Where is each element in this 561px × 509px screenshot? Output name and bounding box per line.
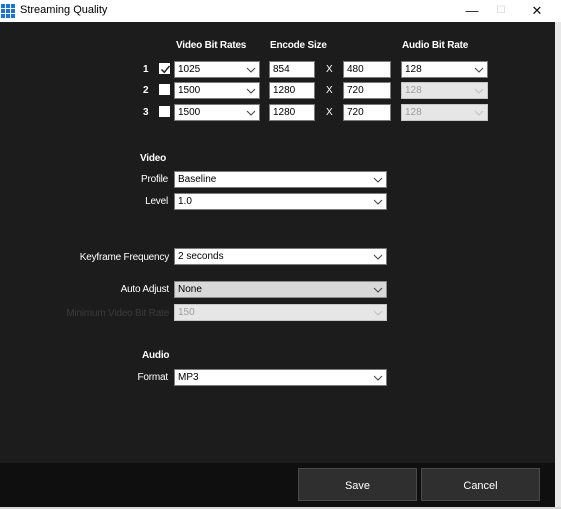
- row-3-video-bit-rate-select[interactable]: 1500: [174, 104, 260, 121]
- video-section-heading: Video: [140, 153, 167, 164]
- format-select[interactable]: MP3: [174, 369, 387, 386]
- row-1-x-separator: X: [326, 64, 333, 75]
- row-2-audio-bit-rate-select: 128: [401, 82, 488, 99]
- level-value: 1.0: [178, 196, 192, 207]
- minimum-video-bit-rate-label: Minimum Video Bit Rate: [66, 308, 169, 319]
- row-1-width-input[interactable]: 854: [269, 61, 315, 78]
- row-2-video-bit-rate-select[interactable]: 1500: [174, 82, 260, 99]
- row-1-height-input[interactable]: 480: [343, 61, 391, 78]
- chevron-down-icon: [246, 65, 256, 75]
- keyframe-frequency-value: 2 seconds: [178, 251, 224, 262]
- row-2-width-input[interactable]: 1280: [269, 82, 315, 99]
- auto-adjust-value: None: [178, 284, 202, 295]
- title-bar: Streaming Quality — ☐ ✕: [0, 0, 561, 22]
- row-1-audio-bit-rate-select[interactable]: 128: [401, 61, 488, 78]
- app-grid-icon: [1, 4, 15, 18]
- row-2-width-value: 1280: [273, 85, 296, 96]
- level-select[interactable]: 1.0: [174, 193, 387, 210]
- format-value: MP3: [178, 372, 199, 383]
- save-button-label: Save: [344, 480, 371, 492]
- window-title: Streaming Quality: [20, 4, 108, 16]
- row-1-video-bit-rate-select[interactable]: 1025: [174, 61, 260, 78]
- dialog-footer: Save Cancel: [0, 463, 555, 507]
- chevron-down-icon: [373, 175, 383, 185]
- video-bit-rates-header: Video Bit Rates: [176, 40, 247, 51]
- row-2-height-input[interactable]: 720: [343, 82, 391, 99]
- chevron-down-icon: [474, 86, 484, 96]
- row-3-audio-bit-rate-value: 128: [405, 107, 422, 118]
- chevron-down-icon: [373, 252, 383, 262]
- chevron-down-icon: [373, 285, 383, 295]
- auto-adjust-label: Auto Adjust: [120, 284, 170, 295]
- level-label: Level: [145, 196, 168, 207]
- row-1-height-value: 480: [347, 64, 364, 75]
- streaming-quality-window: Streaming Quality — ☐ ✕ Video Bit Rates …: [0, 0, 561, 509]
- keyframe-frequency-select[interactable]: 2 seconds: [174, 248, 387, 265]
- row-2-x-separator: X: [326, 85, 333, 96]
- format-label: Format: [137, 372, 169, 383]
- keyframe-frequency-label: Keyframe Frequency: [79, 252, 169, 263]
- row-2-video-bit-rate-value: 1500: [178, 85, 201, 96]
- cancel-button-label: Cancel: [463, 480, 498, 492]
- row-3-height-input[interactable]: 720: [343, 104, 391, 121]
- row-3-index: 3: [143, 107, 149, 118]
- chevron-down-icon: [373, 308, 383, 318]
- chevron-down-icon: [246, 108, 256, 118]
- minimum-video-bit-rate-select: 150: [174, 304, 387, 321]
- row-3-height-value: 720: [347, 107, 364, 118]
- profile-value: Baseline: [178, 174, 217, 185]
- auto-adjust-select[interactable]: None: [174, 281, 387, 298]
- audio-bit-rate-header: Audio Bit Rate: [402, 40, 469, 51]
- chevron-down-icon: [474, 108, 484, 118]
- chevron-down-icon: [474, 65, 484, 75]
- row-2-index: 2: [143, 85, 149, 96]
- row-1-video-bit-rate-value: 1025: [178, 64, 201, 75]
- audio-section-heading: Audio: [142, 350, 170, 361]
- cancel-button[interactable]: Cancel: [421, 468, 540, 501]
- minimum-video-bit-rate-value: 150: [178, 307, 195, 318]
- chevron-down-icon: [373, 373, 383, 383]
- chevron-down-icon: [373, 197, 383, 207]
- profile-label: Profile: [141, 174, 168, 185]
- row-2-checkbox[interactable]: [159, 84, 170, 95]
- row-1-audio-bit-rate-value: 128: [405, 64, 422, 75]
- row-3-checkbox[interactable]: [159, 106, 170, 117]
- maximize-button[interactable]: ☐: [484, 0, 518, 22]
- row-2-height-value: 720: [347, 85, 364, 96]
- row-3-width-input[interactable]: 1280: [269, 104, 315, 121]
- chevron-down-icon: [246, 86, 256, 96]
- row-3-audio-bit-rate-select: 128: [401, 104, 488, 121]
- row-1-checkbox[interactable]: [159, 63, 171, 74]
- dialog-body: Video Bit Rates Encode Size Audio Bit Ra…: [0, 22, 555, 463]
- profile-select[interactable]: Baseline: [174, 171, 387, 188]
- save-button[interactable]: Save: [298, 468, 417, 501]
- close-button[interactable]: ✕: [520, 0, 554, 22]
- row-3-x-separator: X: [326, 107, 333, 118]
- encode-size-header: Encode Size: [270, 40, 327, 51]
- row-1-width-value: 854: [273, 64, 290, 75]
- row-3-width-value: 1280: [273, 107, 296, 118]
- row-3-video-bit-rate-value: 1500: [178, 107, 201, 118]
- window-border-strip: [555, 22, 561, 509]
- row-1-index: 1: [143, 64, 149, 75]
- row-2-audio-bit-rate-value: 128: [405, 85, 422, 96]
